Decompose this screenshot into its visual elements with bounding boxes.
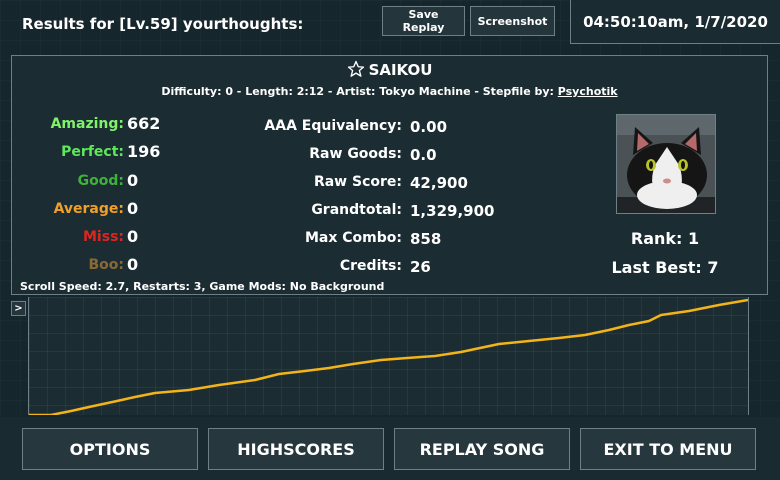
song-info: Difficulty: 0 - Length: 2:12 - Artist: T… (12, 85, 767, 98)
stat-value: 42,900 (410, 174, 468, 192)
judgement-value: 0 (127, 171, 139, 190)
score-graph (28, 297, 749, 415)
stepfile-author-link[interactable]: Psychotik (558, 85, 618, 98)
stat-label: Credits: (339, 258, 402, 274)
save-replay-button[interactable]: Save Replay (382, 6, 465, 36)
highscores-button[interactable]: HIGHSCORES (208, 428, 384, 470)
judgement-perfect: Perfect: 196 (12, 142, 192, 166)
stat-label: Grandtotal: (311, 202, 402, 218)
game-settings-info: Scroll Speed: 2.7, Restarts: 3, Game Mod… (20, 280, 385, 293)
stat-value: 0.0 (410, 146, 437, 164)
judgement-boo: Boo: 0 (12, 255, 192, 279)
replay-song-button[interactable]: REPLAY SONG (394, 428, 570, 470)
song-title-row: SAIKOU (12, 60, 767, 79)
avatar (616, 114, 716, 214)
stat-label: AAA Equivalency: (264, 118, 402, 134)
stat-label: Max Combo: (304, 230, 402, 246)
judgement-good: Good: 0 (12, 171, 192, 195)
judgement-value: 0 (127, 255, 139, 274)
results-title: Results for [Lv.59] yourthoughts: (22, 15, 304, 33)
stat-value: 1,329,900 (410, 202, 495, 220)
judgement-label: Amazing: (50, 116, 124, 132)
score-progress-line (29, 298, 748, 415)
judgement-label: Miss: (83, 229, 124, 245)
clock-display: 04:50:10am, 1/7/2020 (570, 0, 780, 44)
graph-toggle-button[interactable]: > (11, 301, 26, 316)
judgement-value: 0 (127, 227, 139, 246)
stat-value: 858 (410, 230, 442, 248)
judgement-amazing: Amazing: 662 (12, 114, 192, 138)
cat-avatar-icon (617, 115, 715, 213)
judgement-value: 196 (127, 142, 161, 161)
stat-label: Raw Score: (313, 174, 402, 190)
judgement-value: 0 (127, 199, 139, 218)
judgement-value: 662 (127, 114, 161, 133)
judgement-miss: Miss: 0 (12, 227, 192, 251)
judgement-label: Boo: (88, 257, 124, 273)
favorite-star-icon[interactable] (347, 60, 365, 78)
screenshot-button[interactable]: Screenshot (470, 6, 555, 36)
stat-value: 0.00 (410, 118, 448, 136)
judgement-label: Good: (77, 173, 124, 189)
results-panel: SAIKOU Difficulty: 0 - Length: 2:12 - Ar… (11, 55, 768, 295)
rank-text: Rank: 1 (630, 229, 700, 248)
exit-to-menu-button[interactable]: EXIT TO MENU (580, 428, 756, 470)
options-button[interactable]: OPTIONS (22, 428, 198, 470)
judgement-average: Average: 0 (12, 199, 192, 223)
stat-value: 26 (410, 258, 431, 276)
song-info-text: Difficulty: 0 - Length: 2:12 - Artist: T… (161, 85, 558, 98)
song-title: SAIKOU (368, 61, 433, 79)
last-best-text: Last Best: 7 (611, 258, 719, 277)
judgement-label: Average: (53, 201, 124, 217)
judgement-label: Perfect: (61, 144, 124, 160)
stat-label: Raw Goods: (309, 146, 402, 162)
